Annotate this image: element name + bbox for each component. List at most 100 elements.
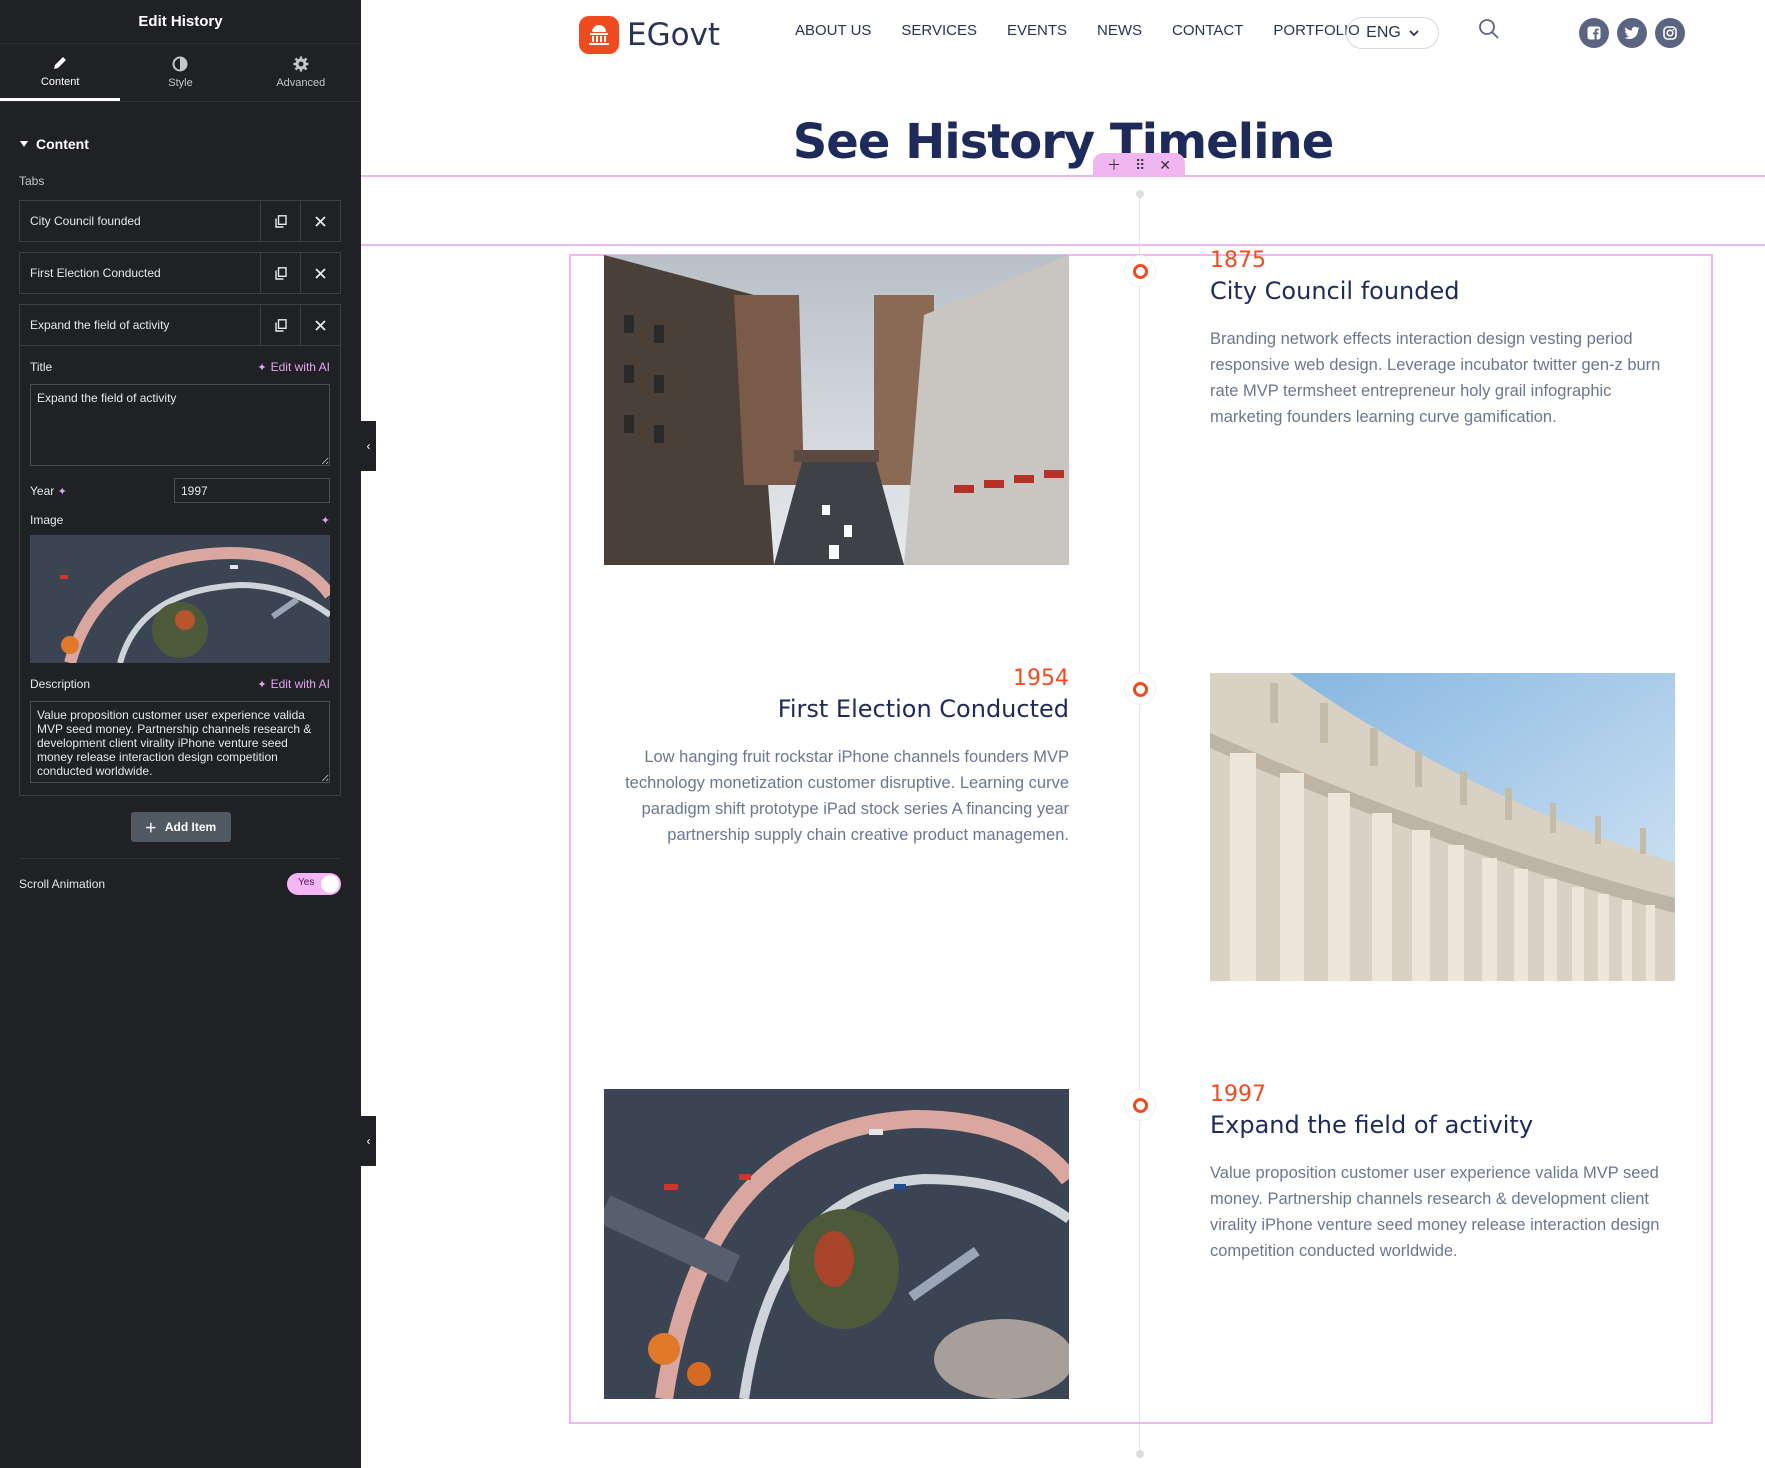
- nav-link-contact[interactable]: CONTACT: [1172, 22, 1243, 39]
- search-icon: [1479, 19, 1499, 39]
- drag-handle-icon[interactable]: ⠿: [1135, 157, 1145, 174]
- nav-link-news[interactable]: NEWS: [1097, 22, 1142, 39]
- scroll-animation-row: Scroll Animation Yes: [0, 873, 361, 895]
- description-field-label: Description: [30, 677, 91, 691]
- add-section-icon[interactable]: ＋: [1107, 155, 1121, 175]
- timeline-image-roundabout: [604, 1089, 1069, 1399]
- close-icon: [315, 319, 326, 331]
- timeline-image-city-street: [604, 255, 1069, 565]
- timeline-end-dot: [1136, 1450, 1144, 1458]
- image-field-label: Image: [30, 513, 64, 527]
- sidebar-header: Edit History: [0, 0, 361, 44]
- instagram-icon[interactable]: [1655, 18, 1685, 48]
- repeater-item: First Election Conducted: [19, 252, 341, 294]
- chevron-down-icon: [1409, 29, 1419, 36]
- selection-outline-top: [361, 175, 1765, 177]
- tabs-label: Tabs: [19, 174, 45, 188]
- timeline-title: First Election Conducted: [777, 695, 1069, 723]
- edit-with-ai-button[interactable]: ✦ Edit with AI: [257, 677, 330, 691]
- tab-advanced-label: Advanced: [276, 77, 326, 89]
- repeater-item-title[interactable]: First Election Conducted: [20, 253, 260, 293]
- title-field[interactable]: Expand the field of activity: [30, 384, 330, 466]
- timeline-title: City Council founded: [1210, 277, 1460, 305]
- repeater-item-title[interactable]: City Council founded: [20, 201, 260, 241]
- timeline-year: 1997: [1210, 1082, 1266, 1107]
- sidebar-tabs: Content Style Advanced: [0, 44, 361, 102]
- tab-content[interactable]: Content: [0, 44, 121, 101]
- timeline-image-colonnade: [1210, 673, 1675, 981]
- timeline-marker: [1125, 674, 1155, 704]
- site-logo[interactable]: EGovt: [579, 16, 720, 54]
- toggle-value: Yes: [298, 877, 315, 888]
- edit-with-ai-button[interactable]: ✦ Edit with AI: [257, 360, 330, 374]
- nav-link-events[interactable]: EVENTS: [1007, 22, 1067, 39]
- content-section-toggle[interactable]: Content: [0, 124, 361, 164]
- roundabout-image: [30, 535, 335, 665]
- editor-app: Edit History Content Style Advanced Cont…: [0, 0, 1765, 1468]
- repeater-item-title[interactable]: Expand the field of activity: [20, 305, 260, 345]
- timeline-marker: [1125, 256, 1155, 286]
- delete-section-icon[interactable]: ✕: [1159, 157, 1171, 174]
- section-handle: ＋ ⠿ ✕: [1093, 153, 1185, 177]
- gear-icon: [293, 56, 309, 72]
- year-field-label: Year ✦: [30, 484, 67, 498]
- page-preview: EGovt ABOUT US SERVICES EVENTS NEWS CONT…: [361, 0, 1765, 1468]
- duplicate-icon: [274, 318, 287, 332]
- timeline-description: Value proposition customer user experien…: [1210, 1164, 1660, 1260]
- logo-text: EGovt: [627, 17, 721, 53]
- remove-button[interactable]: [300, 201, 340, 241]
- description-field[interactable]: Value proposition customer user experien…: [30, 701, 330, 783]
- repeater-item-fields: Title ✦ Edit with AI Expand the field of…: [19, 346, 341, 796]
- tab-style[interactable]: Style: [120, 44, 240, 101]
- close-icon: [315, 267, 326, 279]
- add-item-label: Add Item: [164, 820, 217, 834]
- sparkle-icon: ✦: [257, 678, 267, 691]
- year-field-label-text: Year: [30, 483, 55, 498]
- year-field-row: Year ✦: [30, 478, 330, 503]
- timeline-description: Branding network effects interaction des…: [1210, 330, 1661, 426]
- timeline-year: 1875: [1210, 248, 1266, 273]
- section-title: See History Timeline: [792, 114, 1335, 170]
- social-links: [1579, 18, 1685, 48]
- duplicate-icon: [274, 214, 287, 228]
- nav-link-services[interactable]: SERVICES: [901, 22, 977, 39]
- tab-content-label: Content: [40, 75, 80, 88]
- search-button[interactable]: [1478, 18, 1500, 45]
- tab-advanced[interactable]: Advanced: [241, 44, 361, 101]
- duplicate-button[interactable]: [260, 253, 300, 293]
- tabs-repeater: City Council founded First Election Cond…: [19, 200, 341, 796]
- caret-down-icon: [20, 141, 28, 147]
- repeater-item: City Council founded: [19, 200, 341, 242]
- timeline-start-dot: [1136, 190, 1144, 198]
- twitter-icon[interactable]: [1617, 18, 1647, 48]
- main-nav: ABOUT US SERVICES EVENTS NEWS CONTACT PO…: [795, 22, 1360, 39]
- timeline-marker: [1125, 1090, 1155, 1120]
- duplicate-icon: [274, 266, 287, 280]
- scroll-animation-label: Scroll Animation: [19, 877, 106, 891]
- nav-link-about[interactable]: ABOUT US: [795, 22, 871, 39]
- sparkle-icon[interactable]: ✦: [58, 486, 67, 498]
- language-value: ENG: [1366, 24, 1401, 41]
- tab-style-label: Style: [168, 77, 193, 89]
- title-field-label: Title: [30, 360, 53, 374]
- duplicate-button[interactable]: [260, 201, 300, 241]
- year-field[interactable]: [174, 478, 330, 503]
- title-field-row: Title ✦ Edit with AI: [30, 360, 330, 374]
- sparkle-icon[interactable]: ✦: [321, 514, 330, 527]
- close-icon: [315, 215, 326, 227]
- edit-with-ai-label: Edit with AI: [270, 360, 330, 374]
- image-field-thumbnail[interactable]: [30, 535, 335, 665]
- editor-sidebar: Edit History Content Style Advanced Cont…: [0, 0, 361, 1468]
- language-selector[interactable]: ENG: [1346, 17, 1439, 49]
- facebook-icon[interactable]: [1579, 18, 1609, 48]
- plus-icon: ＋: [144, 820, 157, 835]
- toggle-knob: [321, 875, 339, 893]
- add-item-button[interactable]: ＋ Add Item: [130, 812, 231, 842]
- duplicate-button[interactable]: [260, 305, 300, 345]
- sparkle-icon: ✦: [257, 361, 267, 374]
- remove-button[interactable]: [300, 305, 340, 345]
- repeater-item-open: Expand the field of activity: [19, 304, 341, 346]
- remove-button[interactable]: [300, 253, 340, 293]
- timeline-description: Low hanging fruit rockstar iPhone channe…: [625, 748, 1069, 844]
- scroll-animation-toggle[interactable]: Yes: [287, 873, 341, 895]
